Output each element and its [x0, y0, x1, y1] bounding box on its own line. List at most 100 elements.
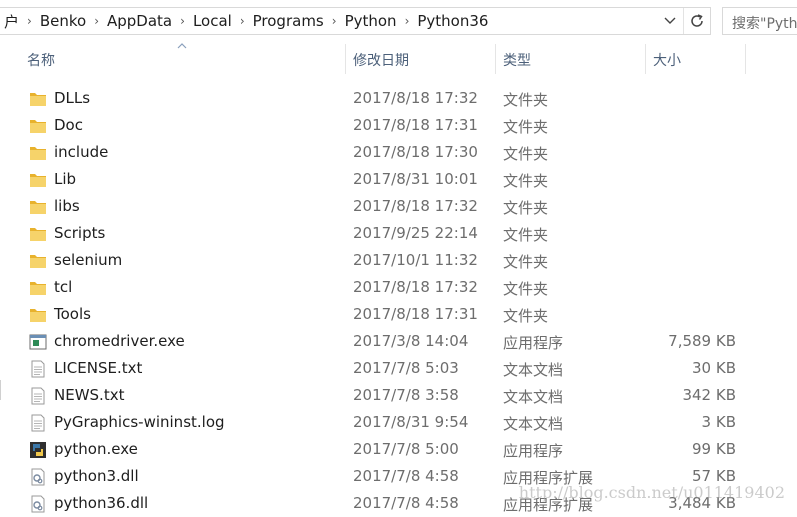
file-name[interactable]: PyGraphics-wininst.log [54, 413, 225, 431]
file-type: 文件夹 [503, 199, 549, 217]
column-divider[interactable] [645, 44, 646, 74]
breadcrumb-separator-icon[interactable]: › [401, 14, 414, 28]
file-type: 文件夹 [503, 172, 549, 190]
folder-icon [29, 90, 47, 108]
file-type: 文件夹 [503, 253, 549, 271]
file-modified-date: 2017/7/8 3:58 [353, 386, 459, 404]
breadcrumb-item[interactable]: Python [341, 12, 401, 30]
file-row[interactable]: Lib 2017/8/31 10:01 文件夹 [0, 166, 797, 193]
search-input[interactable]: 搜索"Pyth [722, 7, 797, 35]
file-name[interactable]: include [54, 143, 108, 161]
file-size: 99 KB [692, 440, 736, 458]
column-divider[interactable] [745, 44, 746, 74]
file-modified-date: 2017/8/18 17:32 [353, 278, 478, 296]
file-name[interactable]: selenium [54, 251, 122, 269]
chevron-down-icon [664, 17, 676, 24]
file-row[interactable]: LICENSE.txt 2017/7/8 5:03 文本文档 30 KB [0, 355, 797, 382]
file-modified-date: 2017/10/1 11:32 [353, 251, 478, 269]
file-row[interactable]: Scripts 2017/9/25 22:14 文件夹 [0, 220, 797, 247]
breadcrumb-separator-icon[interactable]: › [90, 14, 103, 28]
file-name[interactable]: DLLs [54, 89, 90, 107]
column-header-date[interactable]: 修改日期 [353, 48, 409, 74]
file-name[interactable]: python.exe [54, 440, 138, 458]
file-name[interactable]: chromedriver.exe [54, 332, 185, 350]
file-modified-date: 2017/7/8 5:00 [353, 440, 459, 458]
breadcrumb-separator-icon[interactable]: › [23, 14, 36, 28]
file-name[interactable]: python36.dll [54, 494, 148, 512]
file-modified-date: 2017/8/18 17:32 [353, 89, 478, 107]
navigation-pane-edge[interactable] [0, 380, 4, 400]
file-type: 文本文档 [503, 388, 564, 406]
file-modified-date: 2017/8/18 17:32 [353, 197, 478, 215]
file-name[interactable]: tcl [54, 278, 72, 296]
folder-icon [29, 252, 47, 270]
file-row[interactable]: include 2017/8/18 17:30 文件夹 [0, 139, 797, 166]
file-row[interactable]: NEWS.txt 2017/7/8 3:58 文本文档 342 KB [0, 382, 797, 409]
file-type: 文本文档 [503, 415, 564, 433]
file-name[interactable]: Doc [54, 116, 83, 134]
column-header-size[interactable]: 大小 [653, 48, 681, 74]
breadcrumb-item[interactable]: Local [189, 12, 236, 30]
file-row[interactable]: selenium 2017/10/1 11:32 文件夹 [0, 247, 797, 274]
file-name[interactable]: Tools [54, 305, 91, 323]
file-name[interactable]: libs [54, 197, 80, 215]
breadcrumb-separator-icon[interactable]: › [328, 14, 341, 28]
folder-icon [29, 198, 47, 216]
file-modified-date: 2017/7/8 4:58 [353, 467, 459, 485]
refresh-button[interactable] [683, 8, 710, 34]
file-name[interactable]: LICENSE.txt [54, 359, 142, 377]
breadcrumb-separator-icon[interactable]: › [176, 14, 189, 28]
column-divider[interactable] [345, 44, 346, 74]
folder-icon [29, 144, 47, 162]
file-name[interactable]: Scripts [54, 224, 105, 242]
file-row[interactable]: tcl 2017/8/18 17:32 文件夹 [0, 274, 797, 301]
breadcrumb-separator-icon[interactable]: › [236, 14, 249, 28]
file-name[interactable]: NEWS.txt [54, 386, 124, 404]
file-row[interactable]: DLLs 2017/8/18 17:32 文件夹 [0, 85, 797, 112]
breadcrumb-item[interactable]: Benko [36, 12, 90, 30]
python-exe-icon [29, 441, 47, 459]
file-name[interactable]: Lib [54, 170, 76, 188]
breadcrumb: 户 › Benko › AppData › Local › Programs › Python › Py… [0, 8, 492, 34]
file-row[interactable]: PyGraphics-wininst.log 2017/8/31 9:54 文本文档… [0, 409, 797, 436]
file-size: 7,589 KB [668, 332, 736, 350]
folder-icon [29, 117, 47, 135]
file-row[interactable]: Doc 2017/8/18 17:31 文件夹 [0, 112, 797, 139]
file-modified-date: 2017/9/25 22:14 [353, 224, 478, 242]
folder-icon [29, 225, 47, 243]
file-row[interactable]: libs 2017/8/18 17:32 文件夹 [0, 193, 797, 220]
file-type: 应用程序 [503, 442, 564, 460]
exe-icon [29, 333, 47, 351]
breadcrumb-item[interactable]: 户 [0, 11, 23, 32]
file-name[interactable]: python3.dll [54, 467, 139, 485]
column-header-name[interactable]: 名称 [27, 48, 55, 74]
folder-icon [29, 279, 47, 297]
file-modified-date: 2017/8/31 9:54 [353, 413, 469, 431]
text-file-icon [29, 387, 47, 405]
file-type: 文本文档 [503, 361, 564, 379]
breadcrumb-item[interactable]: Programs [249, 12, 328, 30]
file-modified-date: 2017/8/18 17:31 [353, 305, 478, 323]
column-header-type[interactable]: 类型 [503, 48, 531, 74]
sort-ascending-icon [177, 43, 187, 49]
text-file-icon [29, 414, 47, 432]
address-bar[interactable]: 户 › Benko › AppData › Local › Programs › Python › Py… [0, 7, 711, 35]
file-type: 应用程序 [503, 334, 564, 352]
dll-icon [29, 495, 47, 513]
file-type: 文件夹 [503, 145, 549, 163]
file-row[interactable]: chromedriver.exe 2017/3/8 14:04 应用程序 7,589 … [0, 328, 797, 355]
text-file-icon [29, 360, 47, 378]
folder-icon [29, 306, 47, 324]
breadcrumb-item[interactable]: Python36 [413, 12, 492, 30]
file-row[interactable]: python.exe 2017/7/8 5:00 应用程序 99 KB [0, 436, 797, 463]
watermark: http://blog.csdn.net/u011419402 [518, 483, 785, 502]
breadcrumb-item[interactable]: AppData [103, 12, 176, 30]
file-size: 3 KB [701, 413, 736, 431]
column-divider[interactable] [495, 44, 496, 74]
file-type: 文件夹 [503, 91, 549, 109]
address-history-dropdown[interactable] [660, 11, 680, 31]
file-modified-date: 2017/3/8 14:04 [353, 332, 469, 350]
file-row[interactable]: Tools 2017/8/18 17:31 文件夹 [0, 301, 797, 328]
folder-icon [29, 171, 47, 189]
file-type: 文件夹 [503, 226, 549, 244]
